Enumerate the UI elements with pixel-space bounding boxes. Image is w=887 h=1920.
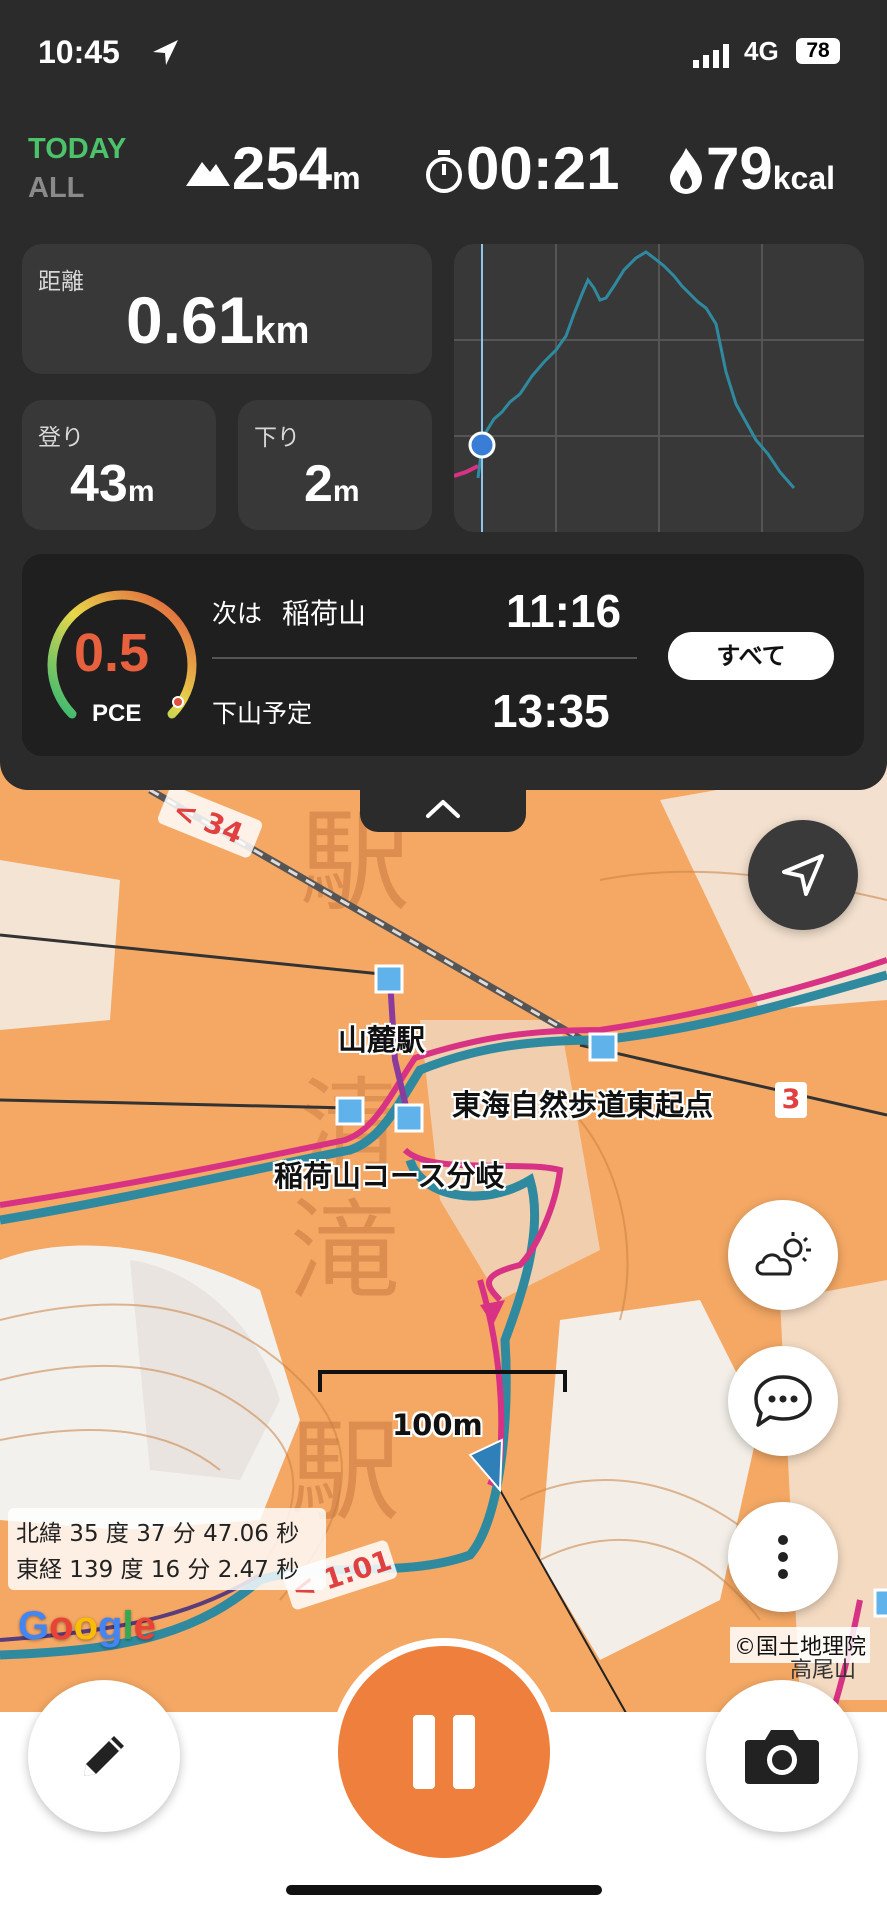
camera-icon bbox=[745, 1730, 819, 1784]
map-kanji: 滝 bbox=[290, 1188, 400, 1316]
pause-icon bbox=[413, 1715, 475, 1789]
map-label-takao: 高尾山 bbox=[790, 1658, 857, 1683]
ascent-value: 43 bbox=[70, 455, 128, 513]
all-toggle[interactable]: ALL bbox=[28, 172, 84, 205]
weather-button[interactable] bbox=[728, 1200, 838, 1310]
elevation-value: 254 bbox=[232, 135, 333, 202]
pause-button[interactable] bbox=[338, 1646, 550, 1858]
distance-readout: 0.61km bbox=[126, 282, 309, 358]
calories-readout: 79kcal bbox=[706, 134, 835, 203]
chat-button[interactable] bbox=[728, 1346, 838, 1456]
edit-button[interactable] bbox=[28, 1680, 180, 1832]
today-toggle[interactable]: TODAY bbox=[28, 133, 126, 166]
descent-unit: m bbox=[332, 475, 360, 508]
ascent-label: 登り bbox=[38, 425, 84, 451]
pace-value: 0.5 bbox=[74, 623, 150, 683]
coordinates-readout: 北緯 35 度 37 分 47.06 秒 東経 139 度 16 分 2.47 … bbox=[8, 1508, 326, 1590]
calories-value: 79 bbox=[706, 135, 773, 202]
mountain-icon bbox=[186, 162, 230, 186]
stopwatch-icon bbox=[426, 150, 462, 193]
distance-unit: km bbox=[254, 310, 310, 352]
pace-label: PCE bbox=[92, 700, 142, 727]
more-vertical-icon bbox=[778, 1535, 788, 1579]
elevation-profile-card[interactable] bbox=[454, 244, 864, 532]
google-logo: Google bbox=[18, 1604, 156, 1648]
scale-label: 100m bbox=[392, 1408, 483, 1442]
home-indicator bbox=[286, 1885, 602, 1895]
location-services-icon bbox=[153, 40, 178, 65]
stats-panel: 10:45 4G 78 TODAY ALL 254m 00:21 79kcal … bbox=[0, 0, 887, 790]
status-time: 10:45 bbox=[38, 34, 120, 70]
calories-unit: kcal bbox=[772, 160, 836, 196]
elevation-readout: 254m bbox=[232, 134, 361, 203]
show-all-button[interactable]: すべて bbox=[668, 632, 834, 680]
elevation-unit: m bbox=[332, 160, 361, 196]
next-label: 次は bbox=[212, 599, 263, 628]
signal-icon bbox=[693, 44, 729, 68]
chevron-up-icon bbox=[426, 800, 460, 818]
distance-label: 距離 bbox=[38, 269, 84, 295]
battery-level: 78 bbox=[806, 39, 830, 62]
ascent-unit: m bbox=[127, 475, 155, 508]
ascent-card: 登り 43m bbox=[22, 400, 216, 530]
location-arrow-icon bbox=[782, 854, 824, 896]
descent-plan-time: 13:35 bbox=[492, 685, 610, 737]
camera-button[interactable] bbox=[706, 1680, 858, 1832]
battery-icon: 78 bbox=[796, 38, 840, 64]
descent-value: 2 bbox=[304, 455, 333, 513]
distance-card: 距離 0.61km bbox=[22, 244, 432, 374]
next-place: 稲荷山 bbox=[282, 597, 367, 630]
map-badge: 3 bbox=[775, 1082, 807, 1118]
cloud-sun-icon bbox=[755, 1232, 811, 1276]
descent-readout: 2m bbox=[304, 454, 360, 514]
elevation-profile-chart bbox=[454, 244, 864, 532]
descent-label: 下り bbox=[254, 425, 300, 451]
longitude-text: 東経 139 度 16 分 2.47 秒 bbox=[16, 1557, 300, 1583]
latitude-text: 北緯 35 度 37 分 47.06 秒 bbox=[16, 1521, 300, 1547]
status-bar: 10:45 4G 78 bbox=[38, 34, 853, 74]
network-type: 4G bbox=[744, 36, 779, 66]
current-location-button[interactable] bbox=[748, 820, 858, 930]
descent-plan-label: 下山予定 bbox=[212, 699, 313, 728]
flame-icon bbox=[670, 148, 702, 194]
pencil-icon bbox=[84, 1736, 124, 1776]
more-options-button[interactable] bbox=[728, 1502, 838, 1612]
elapsed-timer: 00:21 bbox=[466, 135, 620, 202]
map-label-branch: 稲荷山コース分岐 bbox=[274, 1159, 505, 1193]
map-label-station: 山麓駅 bbox=[338, 1023, 426, 1057]
ascent-readout: 43m bbox=[70, 454, 155, 514]
map-label-trailhead: 東海自然歩道東起点 bbox=[452, 1088, 714, 1122]
distance-value: 0.61 bbox=[126, 283, 255, 357]
next-arrival-time: 11:16 bbox=[506, 585, 622, 637]
descent-card: 下り 2m bbox=[238, 400, 432, 530]
panel-collapse-handle[interactable] bbox=[360, 788, 526, 832]
chat-bubble-icon bbox=[754, 1375, 812, 1427]
pace-divider bbox=[212, 657, 637, 659]
pace-card: 0.5 PCE 次は 稲荷山 11:16 下山予定 13:35 すべて bbox=[22, 554, 864, 756]
